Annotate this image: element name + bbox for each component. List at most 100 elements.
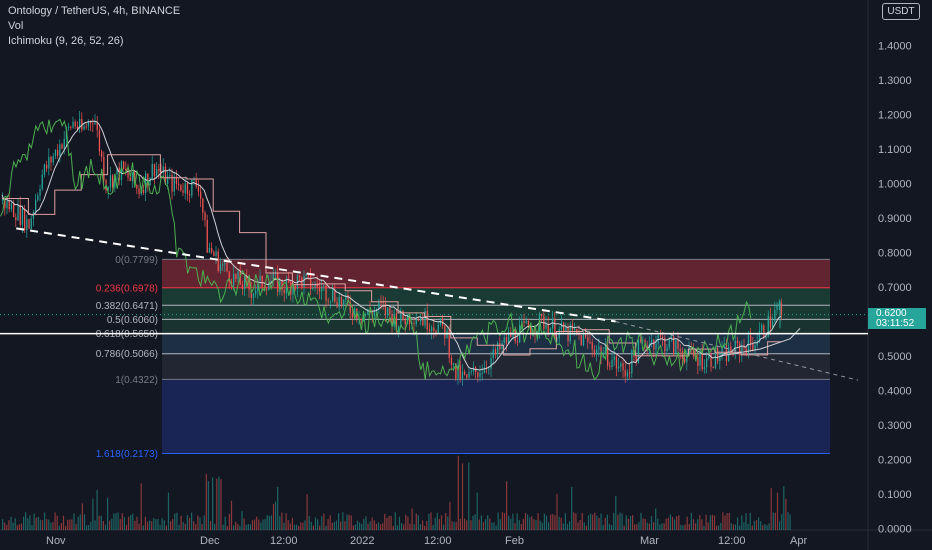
- volume-bar: [451, 521, 453, 530]
- price-tick-label: 0.3000: [878, 420, 912, 432]
- price-tick-label: 0.8000: [878, 248, 912, 260]
- volume-bar: [478, 519, 480, 530]
- volume-bar: [214, 523, 216, 530]
- volume-bar: [422, 520, 424, 530]
- volume-bar: [671, 516, 674, 530]
- candle: [241, 284, 244, 290]
- volume-bar: [648, 523, 650, 530]
- candle: [259, 276, 261, 281]
- volume-bar: [466, 520, 468, 530]
- volume-bar: [768, 523, 770, 530]
- candle: [195, 179, 197, 187]
- volume-bar: [758, 517, 760, 530]
- volume-bar: [256, 516, 258, 530]
- candle: [167, 176, 169, 185]
- candle: [13, 203, 15, 218]
- fib-label-1.618: 1.618(0.2173): [96, 449, 158, 460]
- volume-bar: [476, 492, 478, 530]
- candle: [76, 126, 79, 129]
- volume-bar: [346, 514, 348, 530]
- volume-bar: [226, 525, 228, 530]
- volume-bar: [491, 522, 493, 530]
- volume-bar: [298, 525, 300, 530]
- candle: [609, 365, 611, 368]
- candle: [343, 299, 345, 305]
- time-tick-label: Apr: [790, 535, 807, 547]
- candle: [380, 302, 382, 304]
- volume-bar: [562, 523, 564, 530]
- candle: [213, 251, 215, 256]
- fib-zone-1: [162, 379, 830, 454]
- price-tick-label: 0.5000: [878, 351, 912, 363]
- volume-bar: [314, 517, 317, 530]
- candle: [752, 343, 754, 351]
- candle: [19, 205, 21, 225]
- volume-bar: [268, 515, 270, 530]
- candle: [219, 264, 222, 272]
- volume-bar: [132, 513, 134, 530]
- candle: [622, 363, 624, 371]
- volume-bar: [566, 523, 569, 530]
- candle: [593, 349, 596, 355]
- volume-bar: [310, 521, 312, 530]
- candle: [402, 310, 404, 321]
- volume-bar: [350, 515, 352, 530]
- volume-bar: [579, 520, 581, 530]
- candle: [684, 358, 686, 363]
- volume-bar: [684, 524, 686, 530]
- volume-bar: [159, 525, 161, 530]
- symbol-title[interactable]: Ontology / TetherUS, 4h, BINANCE: [8, 4, 180, 19]
- candle: [103, 157, 105, 181]
- candle: [501, 343, 503, 350]
- volume-bar: [230, 500, 233, 530]
- volume-bar: [8, 520, 10, 530]
- candle: [470, 371, 472, 373]
- volume-bar: [661, 523, 663, 530]
- volume-bar: [619, 512, 621, 530]
- candle: [589, 342, 591, 344]
- volume-bar: [695, 523, 697, 530]
- candle: [761, 325, 763, 331]
- volume-bar: [667, 517, 669, 530]
- candle: [585, 335, 587, 337]
- volume-bar: [354, 524, 356, 530]
- volume-bar: [39, 519, 41, 530]
- volume-bar: [128, 516, 130, 530]
- volume-indicator-label[interactable]: Vol: [8, 19, 180, 34]
- candle: [598, 346, 600, 350]
- volume-bar: [352, 525, 354, 530]
- volume-bar: [264, 519, 266, 530]
- volume-bar: [157, 518, 159, 530]
- price-chart[interactable]: 0(0.7799) 0.236(0.6978) 0.382(0.6471) 0.5(0…: [0, 0, 932, 550]
- volume-bar: [411, 508, 413, 530]
- fib-label-0.5: 0.5(0.6060): [107, 315, 158, 326]
- volume-bar: [142, 525, 144, 530]
- volume-bar: [394, 512, 396, 530]
- volume-bar: [172, 519, 174, 530]
- volume-bar: [680, 524, 682, 530]
- volume-bar: [241, 511, 243, 530]
- volume-bar: [489, 518, 491, 530]
- volume-bar: [201, 524, 203, 530]
- volume-bar: [779, 521, 781, 530]
- currency-selector[interactable]: USDT: [882, 3, 920, 20]
- candle: [15, 217, 17, 221]
- candle: [490, 358, 492, 369]
- volume-bar: [430, 512, 432, 530]
- candle: [373, 310, 376, 316]
- volume-bar: [598, 517, 600, 530]
- volume-bar: [590, 513, 592, 530]
- volume-bar: [100, 515, 102, 530]
- candle: [94, 122, 96, 124]
- ichimoku-indicator-label[interactable]: Ichimoku (9, 26, 52, 26): [8, 34, 180, 49]
- volume-bar: [25, 512, 27, 530]
- volume-bar: [770, 488, 772, 530]
- volume-bar: [594, 512, 596, 530]
- candle: [404, 320, 406, 325]
- candle: [182, 190, 184, 193]
- volume-bar: [692, 519, 695, 530]
- candle: [136, 184, 138, 189]
- volume-bar: [577, 522, 579, 530]
- volume-bar: [642, 518, 644, 530]
- volume-bar: [776, 492, 779, 530]
